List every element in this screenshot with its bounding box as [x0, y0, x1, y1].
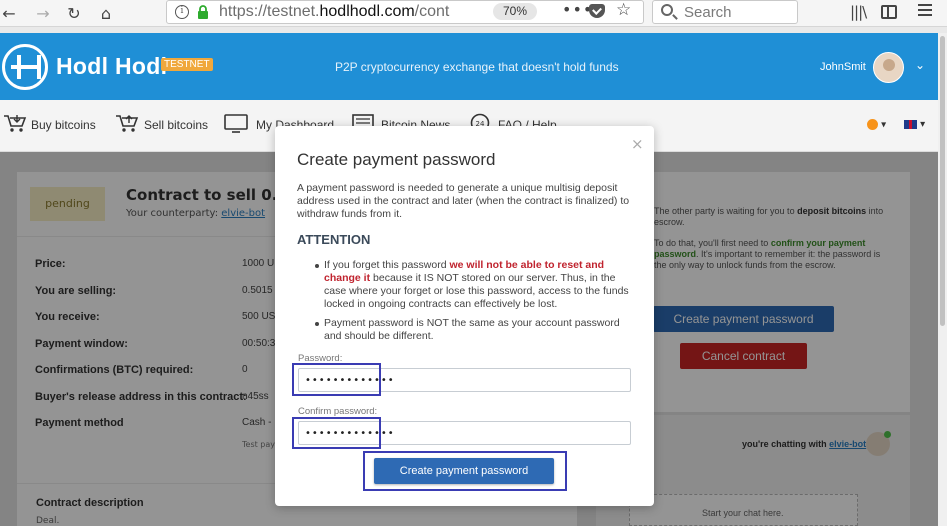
modal-description: A payment password is needed to generate…	[297, 182, 630, 220]
logo-text[interactable]: Hodl Hodl	[56, 53, 167, 80]
nav-sell-bitcoins[interactable]: Sell bitcoins	[144, 118, 208, 132]
username[interactable]: JohnSmit	[820, 61, 866, 73]
bookmark-star-icon[interactable]: ☆	[616, 0, 631, 20]
bitcoin-icon	[867, 119, 878, 130]
zoom-indicator[interactable]: 70%	[493, 3, 537, 20]
language-selector[interactable]: ▾	[904, 119, 925, 130]
sell-cart-icon	[116, 115, 139, 132]
confirm-password-label: Confirm password:	[298, 406, 378, 417]
browser-toolbar: ← → ↻ ⌂ i https://testnet.hodlhodl.com/c…	[0, 0, 947, 27]
back-icon[interactable]: ←	[0, 2, 20, 24]
sidebar-toggle-icon[interactable]	[881, 5, 897, 19]
site-header: Hodl Hodl TESTNET P2P cryptocurrency exc…	[0, 33, 938, 100]
tagline: P2P cryptocurrency exchange that doesn't…	[335, 60, 619, 74]
hamburger-menu-icon[interactable]	[918, 4, 932, 19]
user-avatar[interactable]	[873, 52, 904, 83]
forward-icon[interactable]: →	[32, 2, 54, 24]
currency-selector[interactable]: ▾	[867, 119, 886, 131]
hodlhodl-logo-icon[interactable]	[2, 44, 48, 90]
browser-search-input[interactable]: Search	[652, 0, 798, 24]
warning-bullet: If you forget this password we will not …	[315, 259, 629, 310]
search-placeholder: Search	[684, 4, 732, 21]
nav-buy-bitcoins[interactable]: Buy bitcoins	[31, 118, 96, 132]
info-bullet: Payment password is NOT the same as your…	[315, 317, 629, 343]
submit-highlight	[363, 451, 567, 491]
buy-cart-icon	[4, 115, 27, 132]
search-icon	[661, 4, 673, 16]
attention-heading: ATTENTION	[297, 232, 371, 247]
scrollbar-thumb[interactable]	[940, 36, 945, 326]
home-icon[interactable]: ⌂	[95, 2, 117, 24]
reload-icon[interactable]: ↻	[63, 2, 85, 24]
close-icon[interactable]: ×	[631, 135, 644, 153]
info-icon[interactable]: i	[175, 5, 189, 19]
confirm-password-highlight	[292, 417, 381, 449]
password-highlight	[292, 363, 381, 396]
lock-icon	[198, 5, 208, 19]
chevron-down-icon[interactable]: ⌄	[915, 58, 925, 72]
uk-flag-icon	[904, 119, 917, 129]
modal-title: Create payment password	[297, 150, 496, 169]
url-text: https://testnet.hodlhodl.com/cont	[219, 3, 450, 20]
testnet-badge: TESTNET	[161, 58, 213, 71]
dashboard-icon	[224, 114, 248, 133]
library-icon[interactable]: |||\	[850, 3, 867, 21]
